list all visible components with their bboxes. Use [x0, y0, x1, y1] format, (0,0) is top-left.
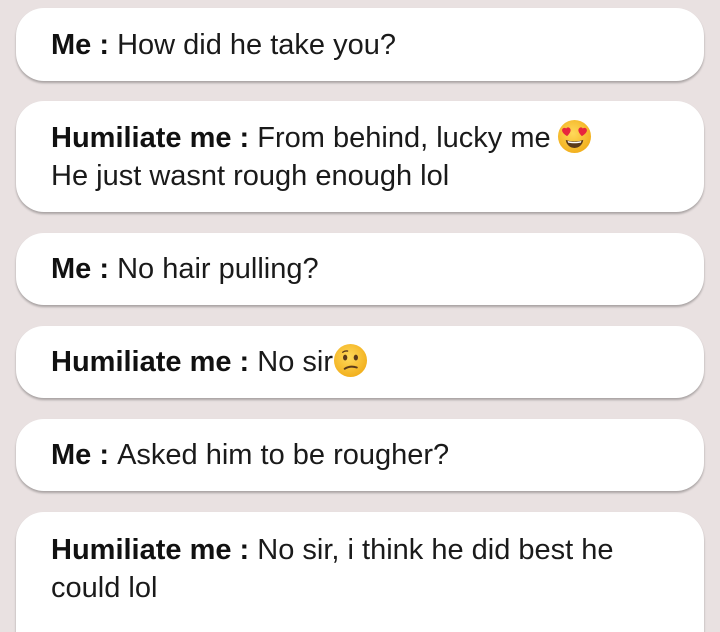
- message-sender: Me: [51, 439, 92, 471]
- chat-bubble[interactable]: Me : How did he take you?: [16, 8, 704, 81]
- message-body: Asked him to be rougher?: [117, 439, 450, 471]
- chat-bubble[interactable]: Humiliate me : From behind, lucky me He …: [16, 101, 704, 212]
- message-text: Me : No hair pulling?: [51, 250, 670, 288]
- chat-bubble[interactable]: Me : Asked him to be rougher?: [16, 419, 704, 491]
- message-text: Me : How did he take you?: [51, 26, 670, 64]
- message-body-line-2: He just wasnt rough enough lol: [51, 159, 450, 192]
- sender-separator: :: [91, 28, 118, 61]
- confused-face-emoji-icon: [333, 343, 368, 378]
- sender-separator: :: [91, 253, 118, 285]
- sender-separator: :: [231, 534, 258, 566]
- chat-bubble[interactable]: Humiliate me : No sir: [16, 326, 704, 398]
- message-sender: Humiliate me: [51, 121, 232, 154]
- message-sender: Humiliate me: [51, 534, 232, 566]
- message-body: No hair pulling?: [117, 253, 319, 285]
- chat-bubble[interactable]: Humiliate me : No sir, i think he did be…: [16, 512, 704, 632]
- message-body: No sir: [257, 346, 334, 378]
- message-text: Humiliate me : From behind, lucky me He …: [51, 119, 670, 195]
- sender-separator: :: [91, 439, 118, 471]
- heart-eyes-emoji-icon: [557, 119, 591, 153]
- sender-separator: :: [231, 346, 258, 378]
- message-text: Me : Asked him to be rougher?: [51, 436, 670, 474]
- chat-message-list: Me : How did he take you? Humiliate me :…: [0, 0, 720, 632]
- message-sender: Humiliate me: [51, 346, 232, 378]
- sender-separator: :: [231, 121, 258, 154]
- message-body: How did he take you?: [117, 28, 396, 61]
- message-sender: Me: [51, 253, 92, 285]
- message-body: From behind, lucky me: [257, 121, 551, 154]
- message-text: Humiliate me : No sir: [51, 343, 670, 381]
- message-text: Humiliate me : No sir, i think he did be…: [51, 531, 670, 607]
- chat-bubble[interactable]: Me : No hair pulling?: [16, 233, 704, 305]
- message-sender: Me: [51, 28, 92, 61]
